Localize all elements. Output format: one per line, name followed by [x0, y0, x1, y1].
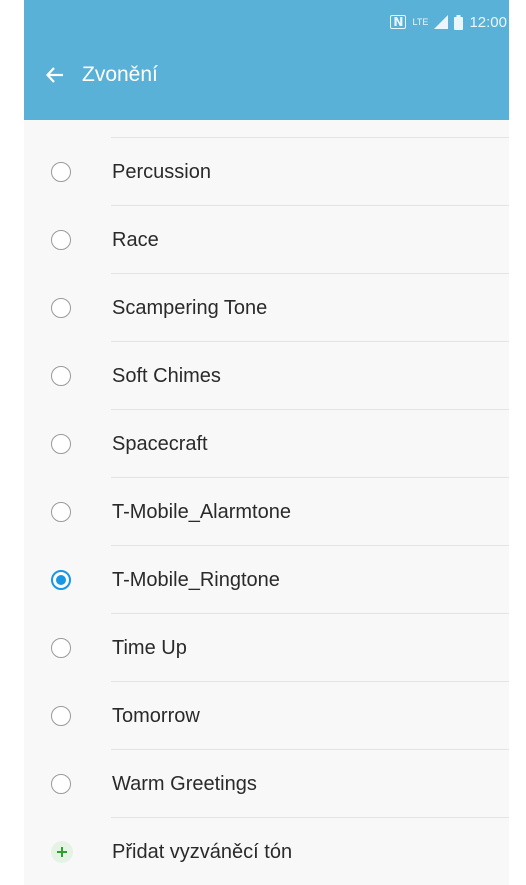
status-time: 12:00 — [469, 13, 507, 31]
network-type-label: LTE — [412, 16, 429, 27]
ringtone-screen: N LTE 12:00 Zvonění Percussion Race Scam… — [24, 0, 509, 885]
ringtone-item[interactable]: Warm Greetings — [24, 750, 509, 818]
page-title: Zvonění — [82, 63, 158, 86]
add-ringtone-button[interactable]: Přidat vyzváněcí tón — [24, 818, 509, 885]
ringtone-item[interactable]: Time Up — [24, 614, 509, 682]
radio-button[interactable] — [51, 502, 71, 522]
radio-button-selected[interactable] — [51, 570, 71, 590]
ringtone-label: Warm Greetings — [112, 772, 257, 795]
app-bar: N LTE 12:00 Zvonění — [24, 0, 509, 120]
ringtone-item-selected[interactable]: T-Mobile_Ringtone — [24, 546, 509, 614]
title-bar: Zvonění — [24, 55, 158, 95]
ringtone-label: Race — [112, 228, 159, 251]
battery-icon — [454, 14, 464, 30]
radio-button[interactable] — [51, 706, 71, 726]
status-bar: N LTE 12:00 — [390, 10, 509, 34]
radio-button[interactable] — [51, 230, 71, 250]
ringtone-label: Scampering Tone — [112, 296, 268, 319]
ringtone-label: Spacecraft — [112, 432, 208, 455]
radio-button[interactable] — [51, 434, 71, 454]
radio-button[interactable] — [51, 298, 71, 318]
radio-button[interactable] — [51, 774, 71, 794]
arrow-left-icon[interactable] — [44, 64, 66, 86]
ringtone-item[interactable]: Soft Chimes — [24, 342, 509, 410]
ringtone-label: Tomorrow — [112, 704, 200, 727]
ringtone-item[interactable]: Percussion — [24, 138, 509, 206]
ringtone-item[interactable]: Tomorrow — [24, 682, 509, 750]
ringtone-label: Percussion — [112, 160, 211, 183]
ringtone-label: Time Up — [112, 636, 187, 659]
nfc-icon: N — [390, 15, 407, 29]
signal-icon — [434, 15, 449, 29]
ringtone-item[interactable]: T-Mobile_Alarmtone — [24, 478, 509, 546]
ringtone-label: T-Mobile_Alarmtone — [112, 500, 291, 523]
ringtone-label: Soft Chimes — [112, 364, 221, 387]
plus-icon — [51, 841, 73, 863]
ringtone-item[interactable]: Scampering Tone — [24, 274, 509, 342]
ringtone-item[interactable]: Spacecraft — [24, 410, 509, 478]
add-ringtone-label: Přidat vyzváněcí tón — [112, 840, 293, 863]
ringtone-item[interactable]: Race — [24, 206, 509, 274]
radio-button[interactable] — [51, 638, 71, 658]
radio-button[interactable] — [51, 366, 71, 386]
ringtone-list: Percussion Race Scampering Tone Soft Chi… — [24, 110, 509, 885]
ringtone-label: T-Mobile_Ringtone — [112, 568, 280, 591]
radio-button[interactable] — [51, 162, 71, 182]
